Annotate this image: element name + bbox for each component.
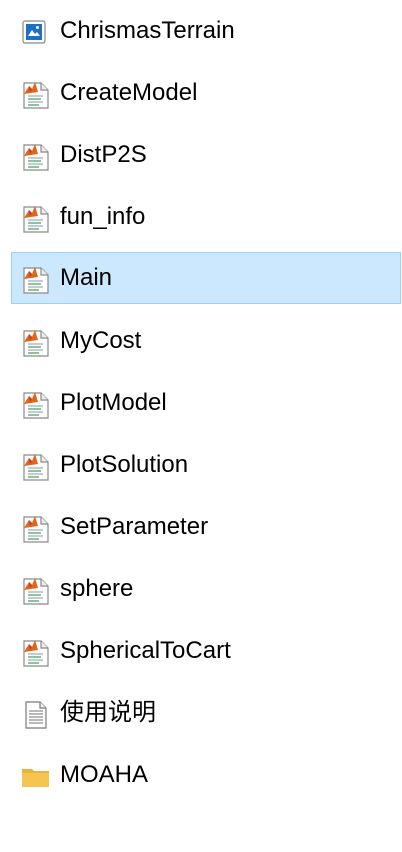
figure-file-icon xyxy=(21,19,51,49)
matlab-script-icon xyxy=(21,638,51,668)
text-document-icon xyxy=(21,700,51,730)
file-name: CreateModel xyxy=(60,79,198,106)
file-name: 使用说明 xyxy=(60,699,156,726)
matlab-script-icon xyxy=(21,452,51,482)
file-item-mycost[interactable]: MyCost xyxy=(11,315,401,367)
file-name: SphericalToCart xyxy=(60,637,231,664)
folder-icon xyxy=(21,762,51,792)
matlab-script-icon xyxy=(21,514,51,544)
file-list: ChrismasTerrain CreateModel DistP2S fun_… xyxy=(0,0,402,852)
file-name: SetParameter xyxy=(60,513,209,540)
matlab-script-icon xyxy=(21,142,51,172)
matlab-script-icon xyxy=(21,576,51,606)
matlab-script-icon xyxy=(21,80,51,110)
file-name: ChrismasTerrain xyxy=(60,17,235,44)
file-item-main[interactable]: Main xyxy=(11,252,401,304)
file-name: MyCost xyxy=(60,327,142,354)
file-item-sphere[interactable]: sphere xyxy=(11,563,401,615)
file-item-moaha[interactable]: MOAHA xyxy=(11,749,401,801)
file-item-createmodel[interactable]: CreateModel xyxy=(11,67,401,119)
file-item-distp2s[interactable]: DistP2S xyxy=(11,129,401,181)
file-name: MOAHA xyxy=(60,761,149,788)
file-item-instructions[interactable]: 使用说明 xyxy=(11,687,401,739)
file-name: fun_info xyxy=(60,203,146,230)
file-item-chrismasterrain[interactable]: ChrismasTerrain xyxy=(11,5,401,57)
file-name: Main xyxy=(60,264,113,291)
file-item-fun-info[interactable]: fun_info xyxy=(11,191,401,243)
file-name: PlotSolution xyxy=(60,451,189,478)
file-name: sphere xyxy=(60,575,134,602)
file-item-setparameter[interactable]: SetParameter xyxy=(11,501,401,553)
file-item-plotsolution[interactable]: PlotSolution xyxy=(11,439,401,491)
file-name: PlotModel xyxy=(60,389,167,416)
file-name: DistP2S xyxy=(60,141,147,168)
matlab-script-icon xyxy=(21,204,51,234)
file-item-sphericaltocart[interactable]: SphericalToCart xyxy=(11,625,401,677)
matlab-script-icon xyxy=(21,328,51,358)
matlab-script-icon xyxy=(21,390,51,420)
matlab-script-icon xyxy=(21,265,51,295)
file-item-plotmodel[interactable]: PlotModel xyxy=(11,377,401,429)
